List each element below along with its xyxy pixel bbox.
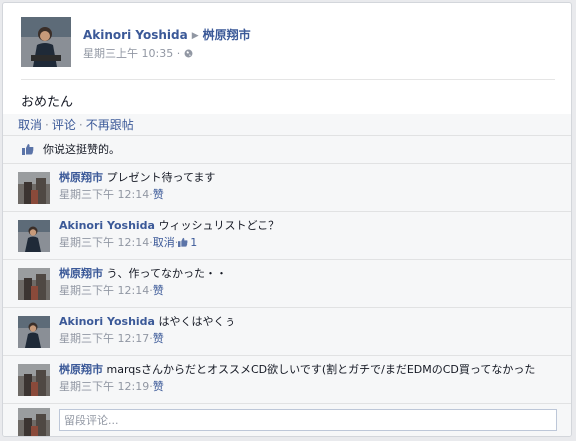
- action-sep: ·: [45, 118, 49, 132]
- commenter-avatar[interactable]: [18, 364, 50, 396]
- comment-link[interactable]: 评论: [52, 118, 76, 132]
- commenter-name[interactable]: Akinori Yoshida: [59, 315, 155, 328]
- comment-text: う、作ってなかった・・: [106, 267, 227, 280]
- post-text: おめたん: [21, 95, 74, 110]
- comment-body: Akinori Yoshida はやくはやくぅ星期三下午 12:17·赞: [59, 308, 571, 346]
- author-avatar[interactable]: [21, 17, 71, 67]
- comment-item: Akinori Yoshida ウィッシュリストどこ？ 星期三下午 12:14·取…: [3, 212, 571, 260]
- post-author-line: Akinori Yoshida ▶ 桝原翔市: [83, 26, 251, 43]
- comment-item: 桝原翔市 プレゼント待ってます星期三下午 12:14·赞: [3, 164, 571, 212]
- comment-like-link[interactable]: 赞: [153, 380, 164, 393]
- comment-meta: 星期三下午 12:17·赞: [59, 331, 561, 346]
- comment-body: Akinori Yoshida ウィッシュリストどこ？ 星期三下午 12:14·取…: [59, 212, 571, 250]
- likes-text: 你说这挺赞的。: [43, 143, 120, 156]
- commenter-name[interactable]: Akinori Yoshida: [59, 219, 155, 232]
- action-sep: ·: [78, 118, 83, 132]
- thumbs-up-icon: [22, 144, 34, 155]
- comment-item: 桝原翔市 marqsさんからだとオススメCD欲しいです(割とガチで/まだEDMの…: [3, 356, 571, 404]
- comment-list: 桝原翔市 プレゼント待ってます星期三下午 12:14·赞 Akinori Yosh…: [3, 164, 571, 404]
- comment-input[interactable]: [59, 409, 557, 431]
- globe-icon[interactable]: [184, 49, 193, 58]
- comment-like-link[interactable]: 赞: [153, 332, 164, 345]
- feedback-area: 你说这挺赞的。 桝原翔市 プレゼント待ってます星期三下午 12:14·赞 Akin…: [3, 136, 571, 436]
- comment-meta: 星期三下午 12:14·赞: [59, 283, 561, 298]
- post-header: Akinori Yoshida ▶ 桝原翔市 星期三上午 10:35 ·: [21, 17, 555, 73]
- post-actions: 取消 · 评论 · 不再跟帖: [3, 114, 571, 136]
- reply-box: [3, 404, 571, 436]
- post-card: Akinori Yoshida ▶ 桝原翔市 星期三上午 10:35 · おめたん …: [2, 2, 572, 437]
- comment-text: はやくはやくぅ: [158, 315, 236, 328]
- like-count-value: 1: [190, 236, 198, 249]
- comment-item: 桝原翔市 う、作ってなかった・・星期三下午 12:14·赞: [3, 260, 571, 308]
- post-meta: 星期三上午 10:35 ·: [83, 45, 193, 61]
- comment-like-link[interactable]: 赞: [153, 188, 164, 201]
- commenter-name[interactable]: 桝原翔市: [59, 171, 103, 184]
- comment-time[interactable]: 星期三下午 12:14: [59, 284, 149, 297]
- comment-meta: 星期三下午 12:14·赞: [59, 187, 561, 202]
- commenter-name[interactable]: 桝原翔市: [59, 267, 103, 280]
- header-divider: [21, 79, 555, 80]
- unfollow-link[interactable]: 不再跟帖: [86, 118, 134, 132]
- viewer-avatar: [18, 408, 50, 436]
- post-author-link[interactable]: Akinori Yoshida: [83, 28, 188, 42]
- arrow-right-icon: ▶: [191, 31, 199, 41]
- comment-meta: 星期三下午 12:19·赞: [59, 379, 561, 394]
- comment-like-link[interactable]: 取消: [153, 236, 175, 249]
- comment-text: プレゼント待ってます: [106, 171, 216, 184]
- comment-text: marqsさんからだとオススメCD欲しいです(割とガチで/まだEDMのCD買って…: [106, 363, 536, 376]
- post-timestamp[interactable]: 星期三上午 10:35: [83, 47, 173, 60]
- comment-like-link[interactable]: 赞: [153, 284, 164, 297]
- comment-time[interactable]: 星期三下午 12:14: [59, 188, 149, 201]
- comment-body: 桝原翔市 プレゼント待ってます星期三下午 12:14·赞: [59, 164, 571, 202]
- comment-meta: 星期三下午 12:14·取消· 1: [59, 235, 561, 250]
- commenter-avatar[interactable]: [18, 172, 50, 204]
- comment-time[interactable]: 星期三下午 12:17: [59, 332, 149, 345]
- comment-body: 桝原翔市 う、作ってなかった・・星期三下午 12:14·赞: [59, 260, 571, 298]
- commenter-avatar[interactable]: [18, 268, 50, 300]
- comment-like-count[interactable]: 1: [178, 236, 197, 249]
- comment-body: 桝原翔市 marqsさんからだとオススメCD欲しいです(割とガチで/まだEDMの…: [59, 356, 571, 394]
- post-meta-sep: ·: [176, 47, 181, 60]
- comment-time[interactable]: 星期三下午 12:19: [59, 380, 149, 393]
- post-target-link[interactable]: 桝原翔市: [203, 28, 251, 42]
- commenter-avatar[interactable]: [18, 220, 50, 252]
- comment-text: ウィッシュリストどこ？: [158, 219, 280, 232]
- unlike-link[interactable]: 取消: [18, 118, 42, 132]
- likes-summary: 你说这挺赞的。: [3, 136, 571, 164]
- commenter-avatar[interactable]: [18, 316, 50, 348]
- comment-time[interactable]: 星期三下午 12:14: [59, 236, 149, 249]
- comment-item: Akinori Yoshida はやくはやくぅ星期三下午 12:17·赞: [3, 308, 571, 356]
- commenter-name[interactable]: 桝原翔市: [59, 363, 103, 376]
- thumbs-up-icon: [178, 237, 188, 247]
